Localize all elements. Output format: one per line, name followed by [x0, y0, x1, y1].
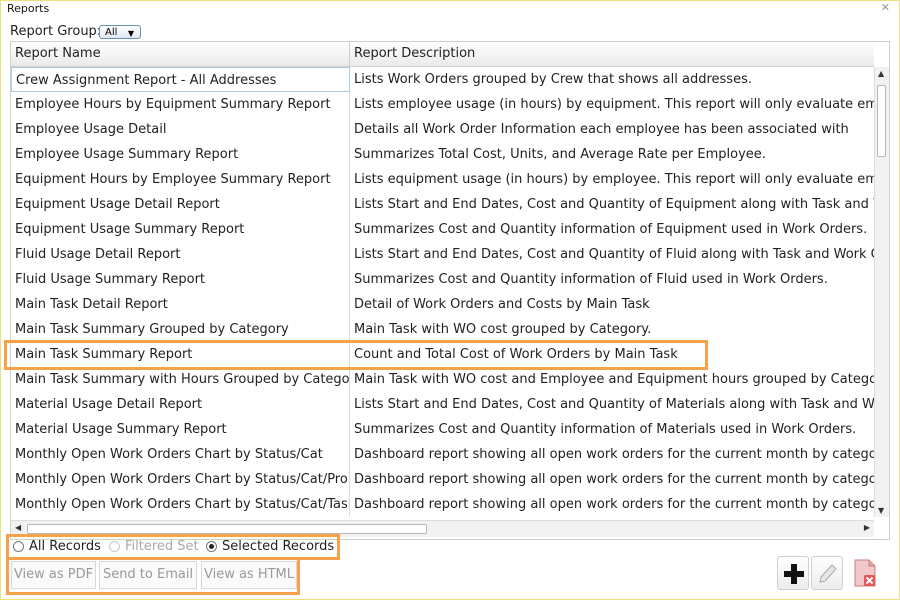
vertical-scroll-thumb[interactable]: [877, 85, 886, 157]
radio-selected-icon: [206, 541, 217, 552]
table-row[interactable]: Monthly Open Work Orders Chart by Status…: [11, 467, 874, 492]
report-name-cell: Material Usage Summary Report: [11, 417, 350, 442]
report-name-cell: Main Task Detail Report: [11, 292, 350, 317]
delete-report-icon: [854, 559, 876, 587]
edit-icon: [819, 564, 837, 583]
report-name-cell: Crew Assignment Report - All Addresses: [11, 67, 350, 92]
report-name-cell: Material Usage Detail Report: [11, 392, 350, 417]
radio-icon: [13, 541, 24, 552]
scroll-left-icon[interactable]: ◀: [15, 523, 21, 532]
report-description-cell: Lists equipment usage (in hours) by empl…: [354, 172, 874, 187]
close-icon[interactable]: ✕: [881, 1, 890, 14]
table-row[interactable]: Fluid Usage Detail Report Lists Start an…: [11, 242, 874, 267]
table-row[interactable]: Employee Usage Summary Report Summarizes…: [11, 142, 874, 167]
vertical-scrollbar[interactable]: ▲ ▼: [874, 67, 889, 517]
report-name-cell: Equipment Hours by Employee Summary Repo…: [11, 167, 350, 192]
column-header-report-description[interactable]: Report Description: [350, 42, 874, 66]
report-name-cell: Main Task Summary Grouped by Category: [11, 317, 350, 342]
report-description-cell: Main Task with WO cost and Employee and …: [354, 372, 874, 387]
scroll-down-icon[interactable]: ▼: [878, 506, 884, 515]
report-description-cell: Lists Start and End Dates, Cost and Quan…: [354, 197, 874, 212]
table-row[interactable]: Employee Usage Detail Details all Work O…: [11, 117, 874, 142]
report-description-cell: Summarizes Cost and Quantity information…: [354, 222, 868, 237]
report-name-cell: Main Task Summary with Hours Grouped by …: [11, 367, 350, 392]
report-description-cell: Count and Total Cost of Work Orders by M…: [354, 347, 678, 362]
report-description-cell: Detail of Work Orders and Costs by Main …: [354, 297, 650, 312]
report-group-label: Report Group:: [10, 24, 102, 39]
edit-report-button[interactable]: [811, 556, 843, 590]
column-header-report-name[interactable]: Report Name: [11, 42, 350, 66]
view-as-pdf-button[interactable]: View as PDF: [11, 561, 96, 589]
view-as-html-button[interactable]: View as HTML: [201, 561, 297, 589]
table-row-selected[interactable]: Main Task Summary Report Count and Total…: [11, 342, 874, 367]
table-row[interactable]: Equipment Hours by Employee Summary Repo…: [11, 167, 874, 192]
table-row[interactable]: Equipment Usage Detail Report Lists Star…: [11, 192, 874, 217]
report-description-cell: Lists Start and End Dates, Cost and Quan…: [354, 397, 874, 412]
report-description-cell: Dashboard report showing all open work o…: [354, 447, 874, 462]
table-row[interactable]: Material Usage Summary Report Summarizes…: [11, 417, 874, 442]
horizontal-scroll-thumb[interactable]: [27, 524, 427, 534]
filtered-set-label: Filtered Set: [125, 539, 199, 554]
table-row[interactable]: Main Task Detail Report Detail of Work O…: [11, 292, 874, 317]
table-row[interactable]: Fluid Usage Summary Report Summarizes Co…: [11, 267, 874, 292]
report-group-select[interactable]: All ▼: [99, 25, 141, 39]
report-name-cell: Employee Usage Summary Report: [11, 142, 350, 167]
report-description-cell: Lists Start and End Dates, Cost and Quan…: [354, 247, 874, 262]
report-description-cell: Summarizes Cost and Quantity information…: [354, 272, 828, 287]
report-name-cell: Employee Usage Detail: [11, 117, 350, 142]
horizontal-scrollbar[interactable]: ◀ ▶: [11, 520, 874, 537]
chevron-down-icon: ▼: [127, 29, 134, 38]
report-name-cell: Employee Hours by Equipment Summary Repo…: [11, 92, 350, 117]
table-row[interactable]: Main Task Summary with Hours Grouped by …: [11, 367, 874, 392]
report-description-cell: Details all Work Order Information each …: [354, 122, 849, 137]
delete-report-button[interactable]: [847, 556, 883, 590]
report-name-cell: Fluid Usage Summary Report: [11, 267, 350, 292]
radio-icon: [109, 541, 120, 552]
report-name-cell: Equipment Usage Summary Report: [11, 217, 350, 242]
table-row[interactable]: Monthly Open Work Orders Chart by Status…: [11, 492, 874, 517]
table-row[interactable]: Employee Hours by Equipment Summary Repo…: [11, 92, 874, 117]
table-row[interactable]: Crew Assignment Report - All Addresses L…: [11, 67, 874, 92]
report-description-cell: Summarizes Cost and Quantity information…: [354, 422, 857, 437]
grid-rows: Crew Assignment Report - All Addresses L…: [11, 67, 874, 517]
report-description-cell: Lists Work Orders grouped by Crew that s…: [354, 72, 752, 87]
add-icon: [784, 564, 804, 584]
report-name-cell: Monthly Open Work Orders Chart by Status…: [11, 467, 350, 492]
report-name-cell: Main Task Summary Report: [11, 342, 350, 367]
report-name-cell: Monthly Open Work Orders Chart by Status…: [11, 442, 350, 467]
report-name-cell: Fluid Usage Detail Report: [11, 242, 350, 267]
reports-grid: Report Name Report Description Crew Assi…: [10, 41, 890, 540]
report-description-cell: Dashboard report showing all open work o…: [354, 497, 874, 512]
scroll-right-icon[interactable]: ▶: [864, 523, 870, 532]
table-row[interactable]: Main Task Summary Grouped by Category Ma…: [11, 317, 874, 342]
all-records-label: All Records: [29, 539, 101, 554]
scroll-up-icon[interactable]: ▲: [878, 69, 884, 78]
report-description-cell: Lists employee usage (in hours) by equip…: [354, 97, 874, 112]
report-description-cell: Main Task with WO cost grouped by Catego…: [354, 322, 652, 337]
grid-header: Report Name Report Description: [11, 42, 874, 67]
selected-records-label: Selected Records: [222, 539, 335, 554]
table-row[interactable]: Equipment Usage Summary Report Summarize…: [11, 217, 874, 242]
report-description-cell: Dashboard report showing all open work o…: [354, 472, 874, 487]
report-description-cell: Summarizes Total Cost, Units, and Averag…: [354, 147, 766, 162]
add-report-button[interactable]: [777, 556, 809, 590]
window-title: Reports: [7, 2, 50, 15]
table-row[interactable]: Monthly Open Work Orders Chart by Status…: [11, 442, 874, 467]
report-name-cell: Equipment Usage Detail Report: [11, 192, 350, 217]
send-to-email-button[interactable]: Send to Email: [99, 561, 197, 589]
report-name-cell: Monthly Open Work Orders Chart by Status…: [11, 492, 350, 517]
table-row[interactable]: Material Usage Detail Report Lists Start…: [11, 392, 874, 417]
report-group-value: All: [105, 27, 118, 38]
